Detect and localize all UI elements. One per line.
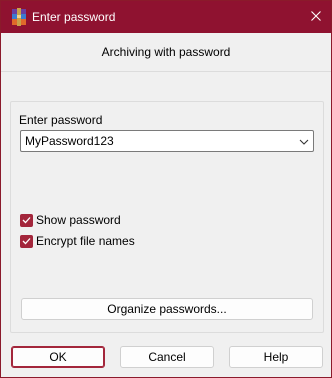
show-password-checkbox[interactable] bbox=[20, 213, 33, 227]
close-button[interactable] bbox=[301, 1, 331, 33]
password-combobox[interactable]: MyPassword123 bbox=[20, 130, 314, 152]
help-button[interactable]: Help bbox=[229, 346, 323, 368]
password-input[interactable]: MyPassword123 bbox=[25, 134, 114, 148]
title-bar[interactable]: Enter password bbox=[1, 1, 331, 33]
ok-button[interactable]: OK bbox=[11, 346, 105, 368]
encrypt-file-names-label[interactable]: Encrypt file names bbox=[36, 234, 135, 248]
cancel-button[interactable]: Cancel bbox=[120, 346, 214, 368]
encrypt-file-names-option[interactable]: Encrypt file names bbox=[20, 234, 135, 248]
chevron-down-icon[interactable] bbox=[299, 136, 309, 146]
winrar-archive-icon bbox=[11, 8, 27, 26]
encrypt-file-names-checkbox[interactable] bbox=[20, 234, 33, 248]
window-title: Enter password bbox=[32, 10, 116, 24]
close-icon bbox=[311, 10, 321, 24]
password-label: Enter password bbox=[19, 113, 103, 127]
organize-passwords-button[interactable]: Organize passwords... bbox=[21, 298, 313, 320]
dialog-subtitle: Archiving with password bbox=[101, 45, 231, 59]
enter-password-dialog: Enter password Archiving with password E… bbox=[0, 0, 332, 378]
show-password-label[interactable]: Show password bbox=[36, 213, 121, 227]
header-divider bbox=[1, 71, 331, 72]
show-password-option[interactable]: Show password bbox=[20, 213, 121, 227]
